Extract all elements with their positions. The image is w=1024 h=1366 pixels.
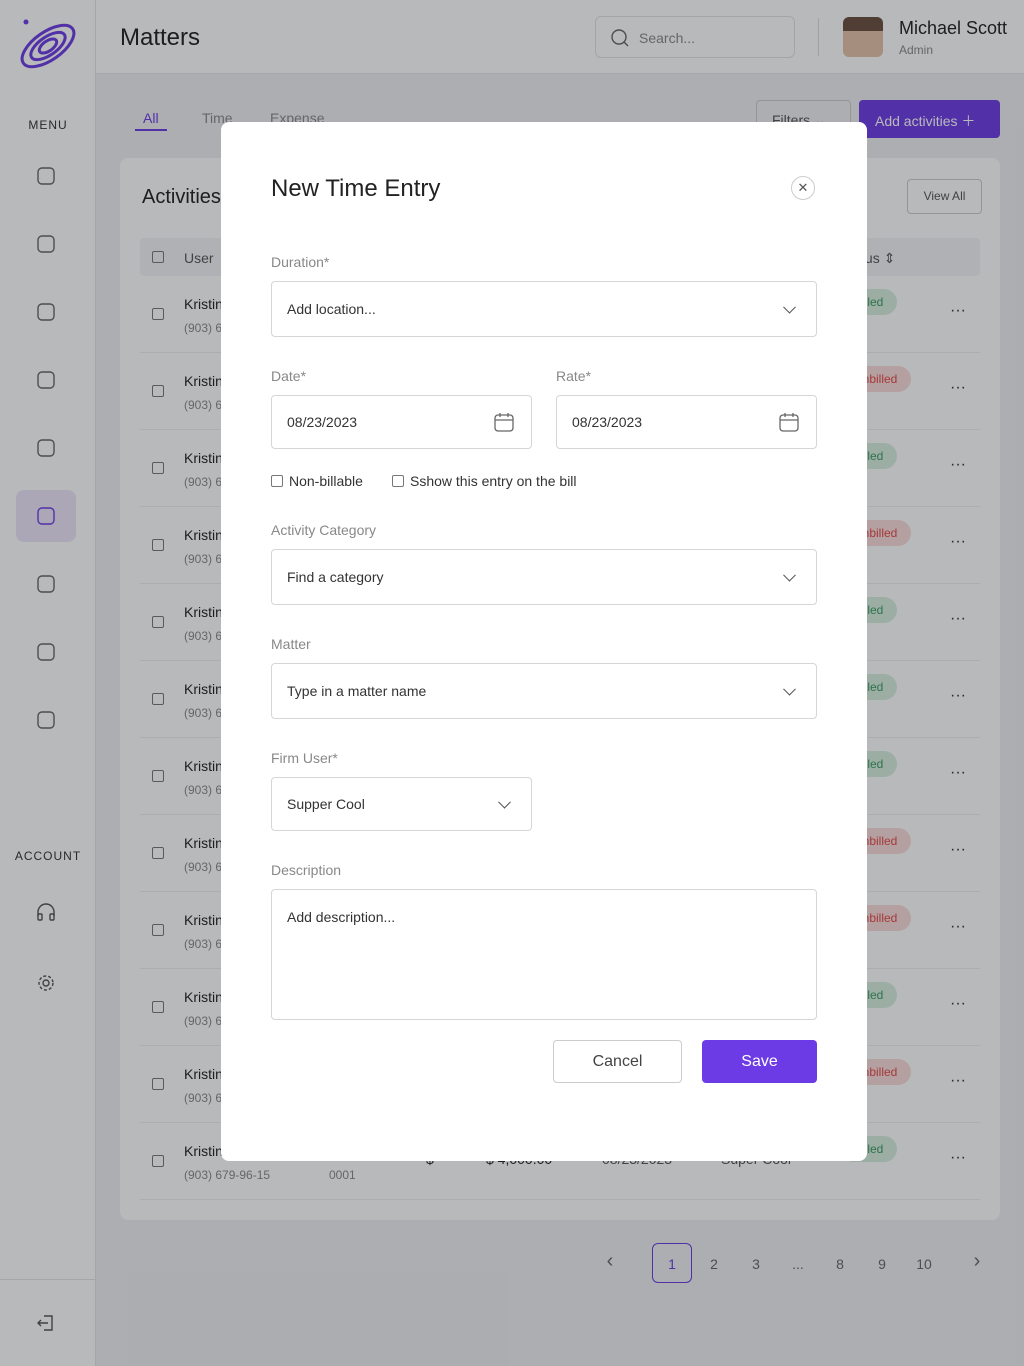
category-select[interactable]: Find a category [271, 549, 817, 605]
date-label: Date* [271, 368, 307, 384]
category-label: Activity Category [271, 522, 377, 538]
cancel-button[interactable]: Cancel [553, 1040, 682, 1083]
matter-select[interactable]: Type in a matter name [271, 663, 817, 719]
chevron-down-icon [783, 568, 796, 582]
calendar-icon [494, 413, 514, 432]
chevron-down-icon [783, 300, 796, 314]
calendar-icon [779, 413, 799, 432]
firm-user-select[interactable]: Supper Cool [271, 777, 532, 831]
description-label: Description [271, 862, 342, 878]
description-textarea[interactable]: Add description... [271, 889, 817, 1020]
firm-user-label: Firm User* [271, 750, 338, 766]
date-input[interactable]: 08/23/2023 [271, 395, 532, 449]
rate-input[interactable]: 08/23/2023 [556, 395, 817, 449]
duration-label: Duration* [271, 254, 330, 270]
chevron-down-icon [783, 682, 796, 696]
show-on-bill-checkbox[interactable]: Sshow this entry on the bill [392, 473, 577, 489]
non-billable-checkbox[interactable]: Non-billable [271, 473, 363, 489]
new-time-entry-modal: New Time Entry ✕ Duration* Add location.… [221, 122, 867, 1161]
modal-title: New Time Entry [271, 175, 441, 202]
matter-label: Matter [271, 636, 311, 652]
close-icon[interactable]: ✕ [791, 176, 815, 200]
rate-label: Rate* [556, 368, 592, 384]
save-button[interactable]: Save [702, 1040, 817, 1083]
duration-select[interactable]: Add location... [271, 281, 817, 337]
chevron-down-icon [498, 795, 511, 809]
